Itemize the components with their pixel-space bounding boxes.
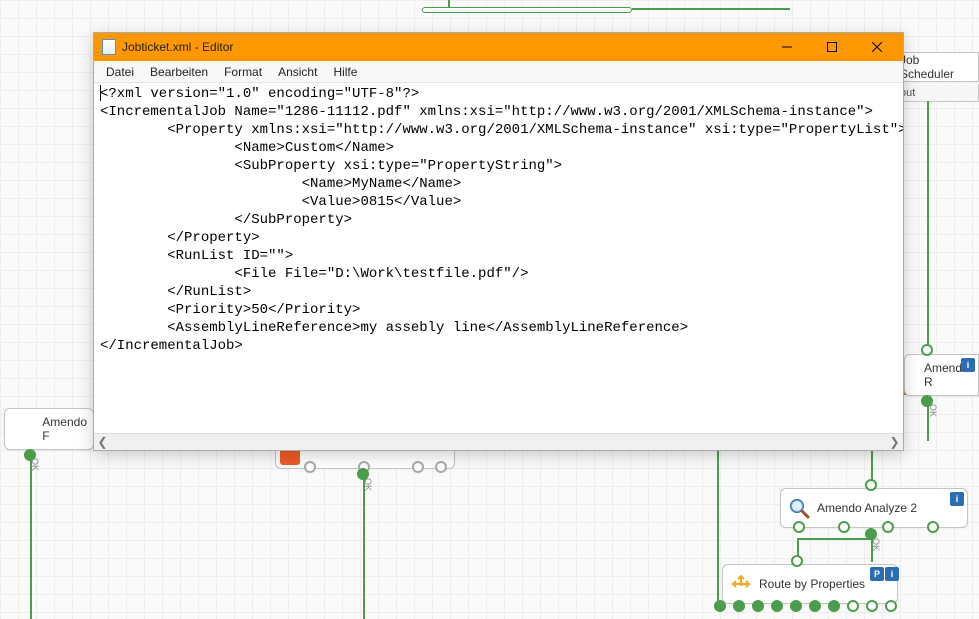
route-arrows-icon (729, 572, 753, 596)
port[interactable] (771, 600, 783, 612)
code-line: <Value>0815</Value> (100, 194, 461, 210)
code-line: <RunList ID=""> (100, 248, 293, 264)
code-line: </RunList> (100, 284, 251, 300)
port[interactable] (809, 600, 821, 612)
port[interactable] (828, 600, 840, 612)
ok-label: OK (928, 404, 938, 417)
text-caret (100, 85, 101, 101)
scroll-left-button[interactable]: ❮ (94, 434, 111, 451)
port[interactable] (791, 555, 803, 567)
resize-handle[interactable] (412, 461, 424, 473)
code-line: <Priority>50</Priority> (100, 302, 360, 318)
partial-node-top (422, 7, 632, 13)
code-line: </IncrementalJob> (100, 338, 243, 354)
code-line: <Name>MyName</Name> (100, 176, 461, 192)
flow-line (632, 8, 790, 10)
node-job-scheduler-sub: out (893, 84, 979, 102)
info-glyph: i (956, 494, 959, 504)
port[interactable] (865, 479, 877, 491)
info-glyph: i (891, 569, 894, 579)
flow-line (30, 459, 32, 619)
scrollbar-track[interactable] (111, 434, 886, 451)
code-line: <Name>Custom</Name> (100, 140, 394, 156)
editor-window: Jobticket.xml - Editor Datei Bearbeiten … (93, 32, 904, 451)
menu-view[interactable]: Ansicht (270, 63, 325, 81)
port[interactable] (885, 600, 897, 612)
port[interactable] (882, 521, 894, 533)
menu-file[interactable]: Datei (98, 63, 142, 81)
p-glyph: P (874, 569, 880, 579)
flow-line (871, 538, 873, 562)
port[interactable] (714, 600, 726, 612)
horizontal-scrollbar[interactable]: ❮ ❯ (94, 433, 903, 450)
port[interactable] (793, 521, 805, 533)
code-line: <IncrementalJob Name="1286-11112.pdf" xm… (100, 104, 873, 120)
node-label: Amendo Analyze 2 (817, 501, 917, 515)
maximize-button[interactable] (809, 33, 854, 61)
menubar: Datei Bearbeiten Format Ansicht Hilfe (94, 61, 903, 83)
node-label: Route by Properties (759, 577, 865, 591)
info-badge[interactable]: i (885, 567, 899, 581)
editor-textarea[interactable]: <?xml version="1.0" encoding="UTF-8"?> <… (94, 83, 903, 433)
resize-handle[interactable] (435, 461, 447, 473)
close-button[interactable] (854, 33, 899, 61)
document-icon (102, 39, 116, 55)
port[interactable] (752, 600, 764, 612)
port[interactable] (790, 600, 802, 612)
info-badge[interactable]: i (961, 358, 975, 372)
port[interactable] (927, 521, 939, 533)
p-badge[interactable]: P (870, 567, 884, 581)
info-glyph: i (967, 360, 970, 370)
code-line: </SubProperty> (100, 212, 352, 228)
code-line: <Property xmlns:xsi="http://www.w3.org/2… (100, 122, 903, 138)
node-label: Amendo F (42, 415, 87, 443)
port[interactable] (838, 521, 850, 533)
menu-help[interactable]: Hilfe (325, 63, 365, 81)
info-badge[interactable]: i (950, 492, 964, 506)
menu-format[interactable]: Format (216, 63, 270, 81)
flow-line (797, 538, 871, 540)
node-amendo-analyze[interactable]: Amendo Analyze 2 (780, 488, 968, 528)
node-amendo-f[interactable]: Amendo F (4, 408, 94, 450)
menu-edit[interactable]: Bearbeiten (142, 63, 216, 81)
flow-line (927, 101, 929, 355)
code-line: <?xml version="1.0" encoding="UTF-8"?> (100, 86, 419, 102)
magnifier-icon (787, 496, 811, 520)
flow-line (363, 478, 365, 619)
resize-handle[interactable] (304, 461, 316, 473)
flow-line (927, 405, 929, 441)
scroll-right-button[interactable]: ❯ (886, 434, 903, 451)
port[interactable] (866, 600, 878, 612)
code-line: <AssemblyLineReference>my assebly line</… (100, 320, 688, 336)
titlebar[interactable]: Jobticket.xml - Editor (94, 33, 903, 61)
node-job-scheduler[interactable]: Job Scheduler (893, 52, 979, 82)
minimize-button[interactable] (764, 33, 809, 61)
code-line: <File File="D:\Work\testfile.pdf"/> (100, 266, 528, 282)
window-title: Jobticket.xml - Editor (122, 40, 764, 54)
port[interactable] (847, 600, 859, 612)
code-line: </Property> (100, 230, 260, 246)
port[interactable] (733, 600, 745, 612)
node-label: Job Scheduler (900, 53, 972, 81)
code-line: <SubProperty xsi:type="PropertyString"> (100, 158, 562, 174)
port[interactable] (921, 344, 933, 356)
